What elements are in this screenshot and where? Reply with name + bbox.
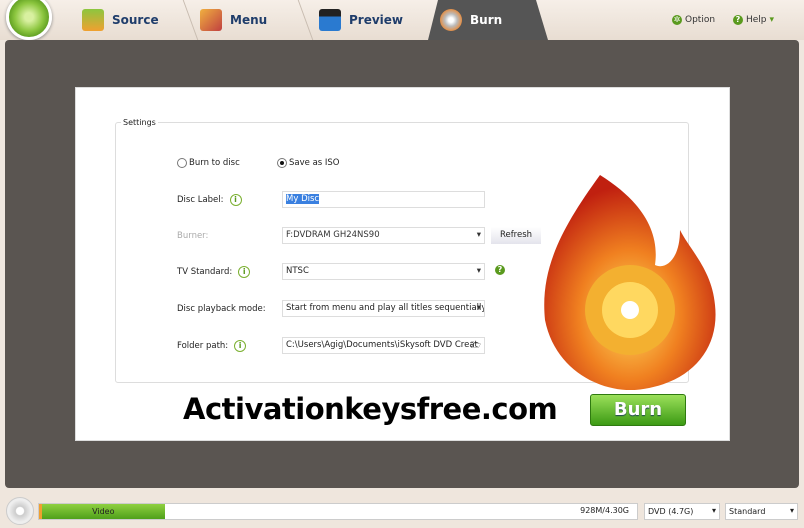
capacity-fill: Video [39, 504, 165, 519]
playback-mode-select[interactable]: Start from menu and play all titles sequ… [282, 300, 485, 317]
disc-label-label: Disc Label: i [177, 194, 242, 206]
help-button[interactable]: ? Help ▾ [733, 15, 774, 25]
option-button[interactable]: ✲ Option [672, 15, 715, 25]
radio-circle [277, 158, 287, 168]
folder-path-label: Folder path: i [177, 340, 247, 352]
capacity-text: 928M/4.30G [580, 506, 629, 515]
burn-disc-icon [440, 9, 462, 31]
clapper-icon [319, 9, 341, 31]
burner-select[interactable]: F:DVDRAM GH24NS90 [282, 227, 485, 244]
gear-icon: ✲ [672, 15, 682, 25]
tab-burn[interactable]: Burn [440, 0, 502, 40]
quality-select[interactable]: Standard [725, 503, 798, 520]
tab-preview[interactable]: Preview [319, 0, 403, 40]
tv-standard-label: TV Standard: i [177, 266, 251, 278]
burner-label: Burner: [177, 231, 209, 241]
capacity-bar: Video 928M/4.30G [38, 503, 638, 520]
save-as-iso-radio[interactable]: Save as ISO [277, 158, 340, 168]
tab-menu[interactable]: Menu [200, 0, 267, 40]
radio-circle [177, 158, 187, 168]
disc-label-input[interactable]: My Disc [282, 191, 485, 208]
tools-icon [200, 9, 222, 31]
burn-button[interactable]: Burn [590, 394, 686, 426]
tv-standard-select[interactable]: NTSC [282, 263, 485, 280]
info-icon[interactable]: i [234, 340, 247, 352]
info-icon[interactable]: i [238, 266, 251, 278]
help-icon[interactable]: ? [495, 265, 505, 275]
watermark-text: Activationkeysfree.com [183, 392, 558, 426]
burn-flame-logo [544, 175, 716, 390]
playback-mode-label: Disc playback mode: [177, 304, 266, 314]
settings-legend: Settings [121, 118, 158, 127]
help-icon: ? [733, 15, 743, 25]
tab-source[interactable]: Source [82, 0, 159, 40]
disc-icon [6, 497, 34, 525]
disc-type-select[interactable]: DVD (4.7G) [644, 503, 720, 520]
chevron-down-icon: ▾ [769, 15, 775, 25]
burn-to-disc-radio[interactable]: Burn to disc [177, 158, 240, 168]
info-icon[interactable]: i [229, 194, 242, 206]
download-icon [82, 9, 104, 31]
folder-icon[interactable]: 🗁 [470, 340, 481, 353]
refresh-button[interactable]: Refresh [491, 227, 541, 244]
folder-path-input[interactable]: C:\Users\Agig\Documents\iSkysoft DVD Cre… [282, 337, 485, 354]
